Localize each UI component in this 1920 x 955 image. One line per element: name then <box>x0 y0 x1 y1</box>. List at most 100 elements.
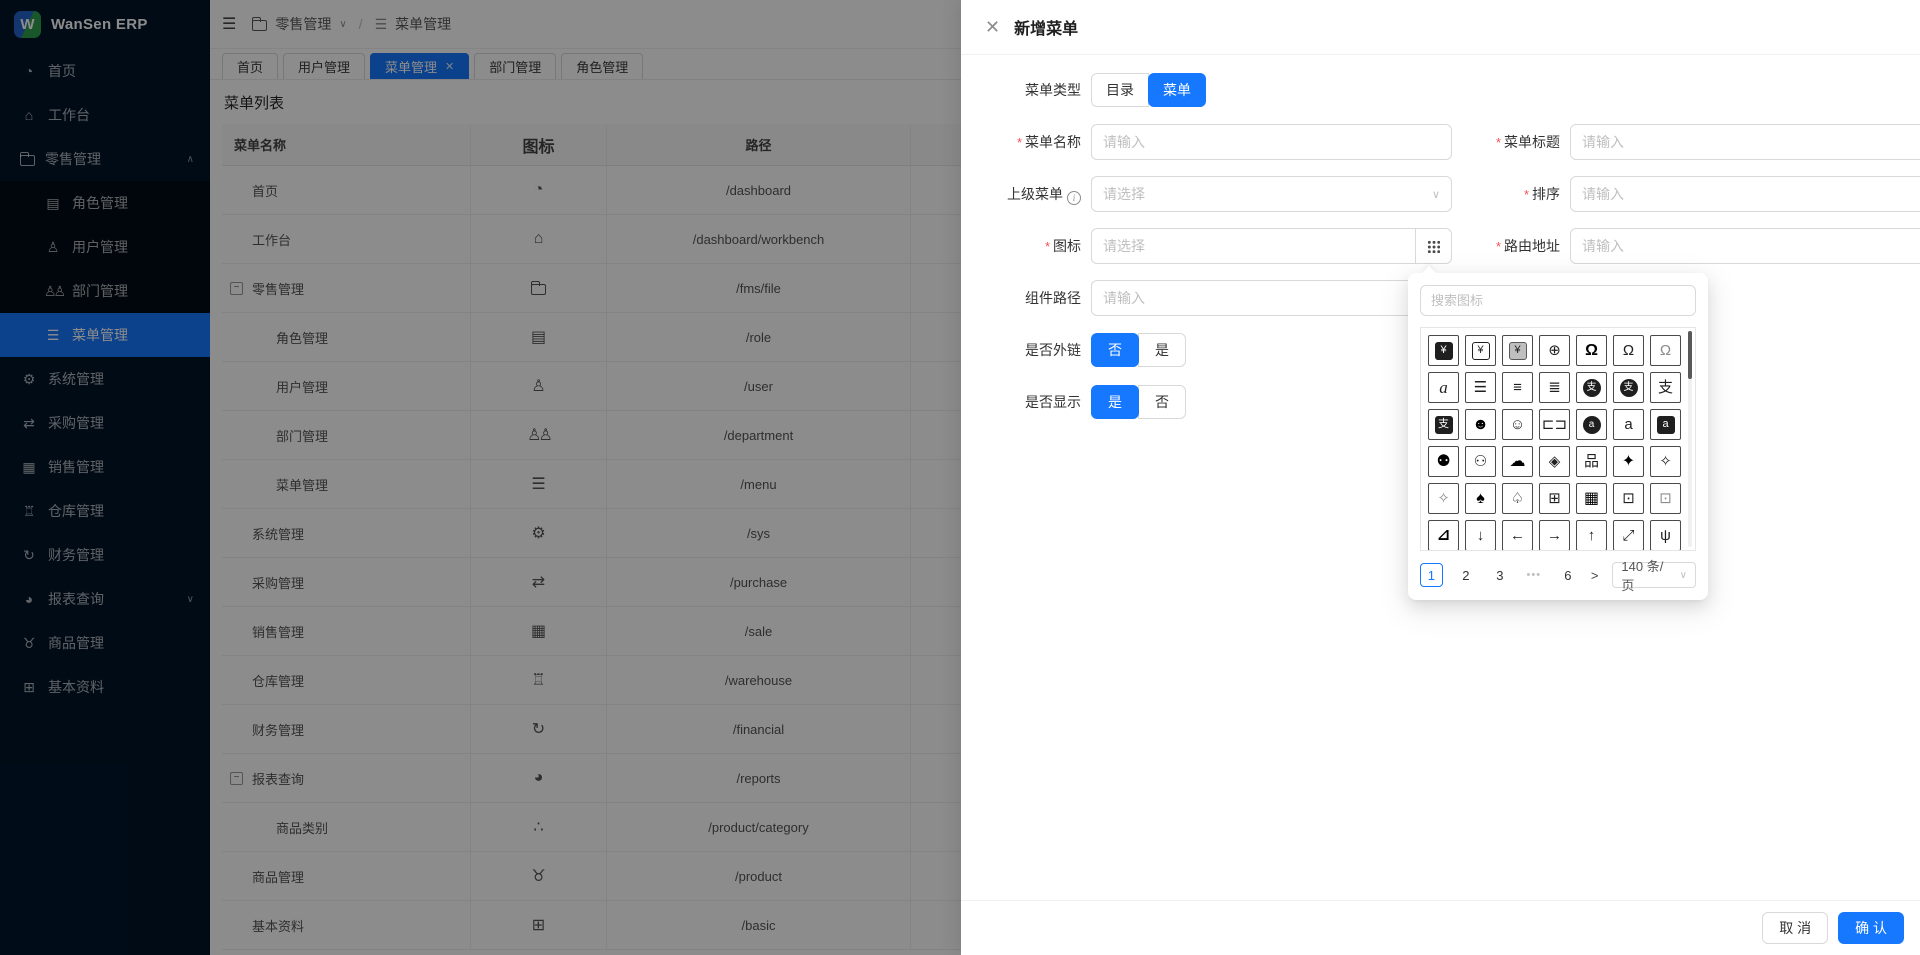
aim-outlined-icon: ⊕ <box>1548 343 1561 358</box>
icon-cell-android-filled[interactable]: ⚉ <box>1428 446 1459 477</box>
external-link-label: 是否外链 <box>985 340 1081 360</box>
menu-type-label: 菜单类型 <box>985 80 1081 100</box>
icon-cell-alipay-square-filled[interactable]: 支 <box>1428 409 1459 440</box>
arrow-left-outlined-icon: ← <box>1510 528 1525 543</box>
parent-menu-label: 上级菜单i <box>985 184 1081 205</box>
alipay-square-filled-icon: 支 <box>1435 416 1453 434</box>
arrow-down-outlined-icon: ↓ <box>1477 528 1485 543</box>
icon-cell-account-book-outlined[interactable]: ¥ <box>1465 335 1496 366</box>
api-twotone-icon: ✧ <box>1437 491 1450 506</box>
icon-cell-api-twotone[interactable]: ✧ <box>1428 483 1459 514</box>
alert-filled-icon: Ω <box>1585 343 1598 359</box>
icon-cell-alipay-circle-outlined[interactable]: 支 <box>1613 372 1644 403</box>
icon-select[interactable]: 请选择 <box>1091 228 1416 264</box>
apple-filled-icon: ♠ <box>1476 491 1485 507</box>
icon-cell-amazon-outlined[interactable]: a <box>1613 409 1644 440</box>
apartment-outlined-icon: 品 <box>1584 454 1599 469</box>
menu-title-input[interactable] <box>1570 124 1920 160</box>
icon-cell-aliwangwang-outlined[interactable]: ☺ <box>1502 409 1533 440</box>
cancel-button[interactable]: 取 消 <box>1762 912 1828 944</box>
close-icon[interactable]: ✕ <box>985 18 1000 36</box>
icon-cell-aim-outlined[interactable]: ⊕ <box>1539 335 1570 366</box>
icon-cell-alert-filled[interactable]: Ω <box>1576 335 1607 366</box>
component-path-input[interactable] <box>1091 280 1452 316</box>
icon-cell-aliwangwang-filled[interactable]: ☻ <box>1465 409 1496 440</box>
segment-option-是[interactable]: 是 <box>1091 385 1139 419</box>
alipay-circle-outlined-icon: 支 <box>1620 379 1638 397</box>
icon-cell-alert-outlined[interactable]: Ω <box>1613 335 1644 366</box>
icon-cell-align-left-outlined[interactable]: ≡ <box>1502 372 1533 403</box>
icon-cell-ant-design-outlined[interactable]: ◈ <box>1539 446 1570 477</box>
info-icon: i <box>1067 191 1081 205</box>
android-filled-icon: ⚉ <box>1436 454 1450 470</box>
route-path-label: *路由地址 <box>1464 236 1560 256</box>
add-menu-drawer: ✕ 新增菜单 菜单类型 目录菜单 *菜单名称 *菜单标题 <box>961 0 1920 955</box>
scrollbar-thumb[interactable] <box>1688 331 1692 379</box>
icon-cell-arrow-left-outlined[interactable]: ← <box>1502 520 1533 551</box>
parent-menu-select[interactable]: 请选择 ∨ <box>1091 176 1452 212</box>
pagination-ellipsis[interactable]: ••• <box>1523 563 1545 587</box>
icon-cell-area-chart-outlined[interactable]: ⊿ <box>1428 520 1459 551</box>
chevron-down-icon: ∨ <box>1680 570 1687 581</box>
icon-cell-arrows-alt-outlined[interactable]: ⤢ <box>1613 520 1644 551</box>
icon-cell-arrow-right-outlined[interactable]: → <box>1539 520 1570 551</box>
scrollbar-track <box>1688 331 1692 547</box>
segment-option-是[interactable]: 是 <box>1138 333 1186 367</box>
icon-cell-ant-cloud-outlined[interactable]: ☁ <box>1502 446 1533 477</box>
page-size-select[interactable]: 140 条/页∨ <box>1612 562 1696 588</box>
icon-cell-arrow-up-outlined[interactable]: ↑ <box>1576 520 1607 551</box>
icon-cell-alert-twotone[interactable]: Ω <box>1650 335 1681 366</box>
icon-picker-button[interactable] <box>1416 228 1452 264</box>
icon-cell-align-center-outlined[interactable]: ☰ <box>1465 372 1496 403</box>
sort-input[interactable] <box>1570 176 1920 212</box>
pagination-page-6[interactable]: 6 <box>1557 563 1579 587</box>
confirm-button[interactable]: 确 认 <box>1838 912 1904 944</box>
icon-cell-appstore-twotone[interactable]: ⊡ <box>1650 483 1681 514</box>
amazon-circle-filled-icon: a <box>1583 416 1601 434</box>
icon-cell-apple-filled[interactable]: ♠ <box>1465 483 1496 514</box>
icon-cell-appstore-filled[interactable]: ▦ <box>1576 483 1607 514</box>
pagination-page-3[interactable]: 3 <box>1489 563 1511 587</box>
segment-option-菜单[interactable]: 菜单 <box>1148 73 1206 107</box>
segment-option-否[interactable]: 否 <box>1138 385 1186 419</box>
icon-search-input[interactable] <box>1420 285 1696 316</box>
icon-cell-alibaba-outlined[interactable]: a <box>1428 372 1459 403</box>
segment-option-否[interactable]: 否 <box>1091 333 1139 367</box>
icon-cell-apple-outlined[interactable]: ♤ <box>1502 483 1533 514</box>
aliwangwang-filled-icon: ☻ <box>1472 417 1489 433</box>
pagination-page-1[interactable]: 1 <box>1420 563 1443 587</box>
icon-cell-amazon-square-filled[interactable]: a <box>1650 409 1681 440</box>
visible-label: 是否显示 <box>985 392 1081 412</box>
icon-cell-amazon-circle-filled[interactable]: a <box>1576 409 1607 440</box>
icon-cell-api-outlined[interactable]: ✧ <box>1650 446 1681 477</box>
icon-cell-account-book-twotone[interactable]: ¥ <box>1502 335 1533 366</box>
ant-design-outlined-icon: ◈ <box>1549 454 1561 469</box>
arrows-alt-outlined-icon: ⤢ <box>1622 528 1634 543</box>
menu-name-input[interactable] <box>1091 124 1452 160</box>
icon-cell-alipay-circle-filled[interactable]: 支 <box>1576 372 1607 403</box>
visible-segmented: 是否 <box>1091 385 1186 419</box>
menu-title-label: *菜单标题 <box>1464 132 1560 152</box>
icon-cell-appstore-add-outlined[interactable]: ⊞ <box>1539 483 1570 514</box>
icon-cell-arrow-down-outlined[interactable]: ↓ <box>1465 520 1496 551</box>
segment-option-目录[interactable]: 目录 <box>1091 73 1149 107</box>
alibaba-outlined-icon: a <box>1439 379 1448 396</box>
icon-cell-alipay-outlined[interactable]: 支 <box>1650 372 1681 403</box>
page-size-label: 140 条/页 <box>1621 556 1672 594</box>
icon-cell-appstore-outlined[interactable]: ⊡ <box>1613 483 1644 514</box>
app-window: W WanSen ERP ◔首页⌂工作台零售管理∧▤角色管理♙用户管理♙♙部门管… <box>0 0 1920 955</box>
menu-type-segmented: 目录菜单 <box>1091 73 1206 107</box>
icon-cell-account-book-filled[interactable]: ¥ <box>1428 335 1459 366</box>
icon-label: *图标 <box>985 236 1081 256</box>
pagination-next-button[interactable]: > <box>1591 568 1599 583</box>
icon-cell-apartment-outlined[interactable]: 品 <box>1576 446 1607 477</box>
icon-cell-android-outlined[interactable]: ⚇ <box>1465 446 1496 477</box>
pagination-page-2[interactable]: 2 <box>1455 563 1477 587</box>
required-star: * <box>1496 239 1501 254</box>
aliyun-outlined-icon: ⊏⊐ <box>1542 417 1567 432</box>
icon-cell-audio-outlined[interactable]: ψ <box>1650 520 1681 551</box>
icon-cell-aliyun-outlined[interactable]: ⊏⊐ <box>1539 409 1570 440</box>
icon-cell-api-filled[interactable]: ✦ <box>1613 446 1644 477</box>
icon-cell-align-right-outlined[interactable]: ≣ <box>1539 372 1570 403</box>
route-path-input[interactable] <box>1570 228 1920 264</box>
